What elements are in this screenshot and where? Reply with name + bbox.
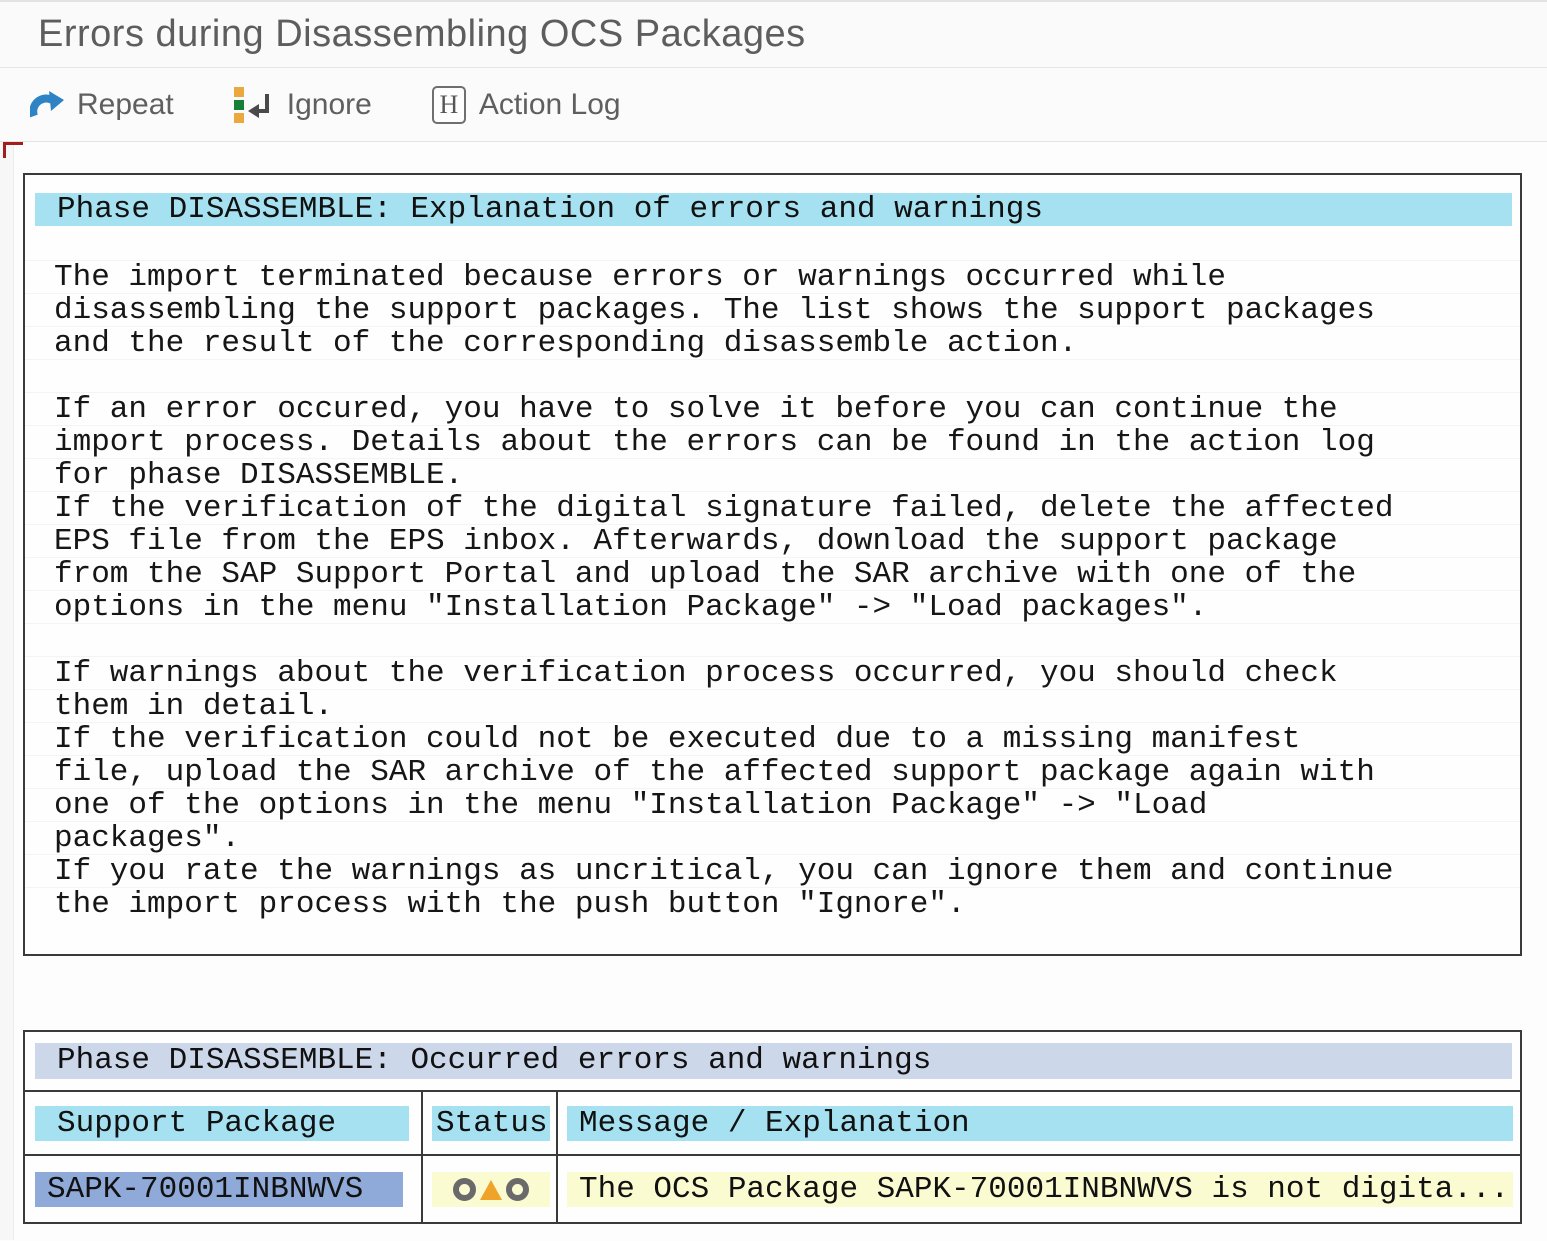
explanation-line (25, 623, 1520, 656)
explanation-line: from the SAP Support Portal and upload t… (25, 557, 1520, 590)
explanation-line: import process. Details about the errors… (25, 425, 1520, 458)
column-header-support-package: Support Package (25, 1092, 423, 1156)
explanation-line: the import process with the push button … (25, 887, 1520, 920)
explanation-line (25, 359, 1520, 392)
focus-corner-marker (3, 142, 23, 158)
action-log-button-label: Action Log (479, 88, 621, 122)
page-title: Errors during Disassembling OCS Packages (38, 13, 806, 56)
status-circle-icon (506, 1178, 529, 1201)
status-circle-icon (453, 1178, 476, 1201)
status-warning-icon (432, 1172, 550, 1207)
explanation-line: If warnings about the verification proce… (25, 656, 1520, 689)
action-log-button[interactable]: H Action Log (432, 86, 621, 124)
main-content: Phase DISASSEMBLE: Explanation of errors… (0, 142, 1547, 1240)
explanation-line: If an error occured, you have to solve i… (25, 392, 1520, 425)
explanation-panel: Phase DISASSEMBLE: Explanation of errors… (23, 173, 1522, 956)
explanation-line: If the verification could not be execute… (25, 722, 1520, 755)
explanation-line: for phase DISASSEMBLE. (25, 458, 1520, 491)
explanation-line: and the result of the corresponding disa… (25, 326, 1520, 359)
errors-panel: Phase DISASSEMBLE: Occurred errors and w… (23, 1030, 1522, 1224)
column-header-message: Message / Explanation (558, 1092, 1520, 1156)
ignore-button-label: Ignore (287, 88, 372, 122)
left-gutter (0, 142, 14, 1240)
repeat-arrow-icon (30, 90, 64, 120)
explanation-line: If the verification of the digital signa… (25, 491, 1520, 524)
explanation-line: EPS file from the EPS inbox. Afterwards,… (25, 524, 1520, 557)
column-header-status: Status (423, 1092, 558, 1156)
explanation-line: disassembling the support packages. The … (25, 293, 1520, 326)
errors-panel-caption-row: Phase DISASSEMBLE: Occurred errors and w… (25, 1032, 1520, 1092)
table-row-support-package-cell[interactable]: SAPK-70001INBNWVS (25, 1156, 423, 1222)
explanation-line: The import terminated because errors or … (25, 260, 1520, 293)
table-row-status-cell[interactable] (423, 1156, 558, 1222)
errors-table: Support Package Status Message / Explana… (25, 1092, 1520, 1222)
repeat-button-label: Repeat (77, 88, 174, 122)
ignore-button[interactable]: Ignore (234, 87, 372, 123)
action-log-icon: H (432, 86, 466, 124)
explanation-line: one of the options in the menu "Installa… (25, 788, 1520, 821)
explanation-line: options in the menu "Installation Packag… (25, 590, 1520, 623)
explanation-line: packages". (25, 821, 1520, 854)
explanation-line: file, upload the SAR archive of the affe… (25, 755, 1520, 788)
repeat-button[interactable]: Repeat (30, 88, 174, 122)
toolbar: Repeat Ignore H Action Log (0, 68, 1547, 142)
errors-panel-heading: Phase DISASSEMBLE: Occurred errors and w… (35, 1043, 1512, 1079)
ignore-skip-icon (234, 87, 274, 123)
explanation-panel-heading: Phase DISASSEMBLE: Explanation of errors… (35, 193, 1512, 226)
title-bar: Errors during Disassembling OCS Packages (0, 0, 1547, 68)
status-triangle-icon (480, 1180, 502, 1200)
explanation-line: them in detail. (25, 689, 1520, 722)
explanation-line: If you rate the warnings as uncritical, … (25, 854, 1520, 887)
table-row-message-cell[interactable]: The OCS Package SAPK-70001INBNWVS is not… (558, 1156, 1520, 1222)
